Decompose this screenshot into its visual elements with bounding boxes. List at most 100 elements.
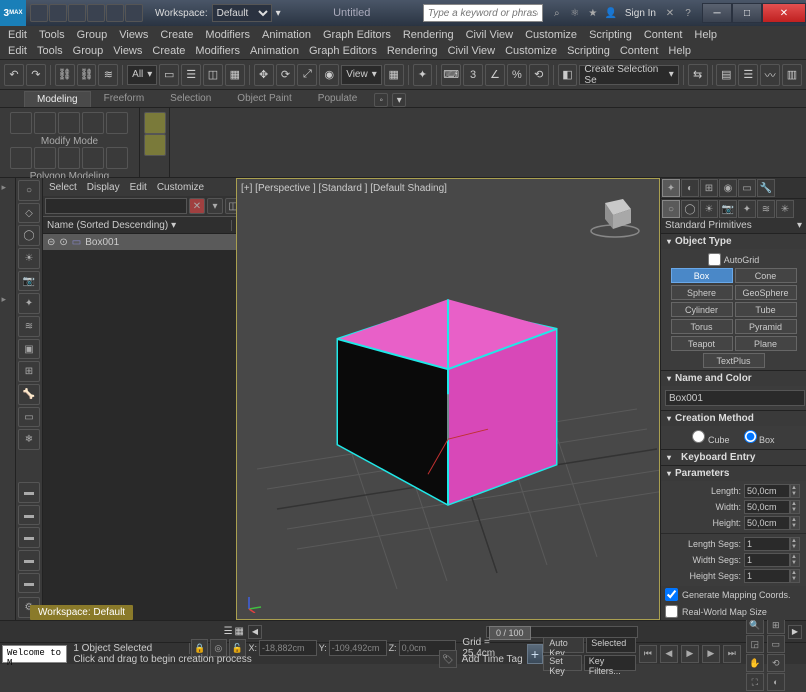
rollout-header[interactable]: Keyboard Entry <box>661 450 806 465</box>
scene-filter-input[interactable] <box>45 198 187 214</box>
ribbon-dropdown-icon[interactable]: ▾ <box>392 93 406 107</box>
se-menu-select[interactable]: Select <box>49 182 77 193</box>
poly-vertex-icon[interactable] <box>10 112 32 134</box>
helpers-cat-icon[interactable]: ✦ <box>738 200 756 218</box>
app-logo[interactable]: 3MAX <box>0 0 26 26</box>
param-input[interactable] <box>744 537 790 551</box>
scale-icon[interactable]: ⤢ <box>297 64 317 86</box>
goto-end-icon[interactable]: ⏭ <box>723 645 741 663</box>
exchange-icon[interactable]: ✕ <box>662 5 678 21</box>
dock-toggle2-icon[interactable]: ▸ <box>2 294 14 306</box>
workspace-indicator[interactable]: Workspace: Default <box>30 605 133 620</box>
select-region-icon[interactable]: ◫ <box>203 64 223 86</box>
spinner-buttons[interactable]: ▲▼ <box>790 569 800 583</box>
autogrid-checkbox[interactable] <box>708 253 721 266</box>
keyfilters-button[interactable]: Key Filters... <box>584 655 636 671</box>
bind-spacewarp-icon[interactable]: ≋ <box>98 64 118 86</box>
select-object-icon[interactable]: ▭ <box>159 64 179 86</box>
modify-btn3-icon[interactable] <box>58 147 80 169</box>
zoom-extents-icon[interactable]: ◲ <box>746 635 764 653</box>
viewport[interactable]: [+] [Perspective ] [Standard ] [Default … <box>236 178 660 620</box>
modify-btn4-icon[interactable] <box>82 147 104 169</box>
menu2-modifiers[interactable]: Modifiers <box>195 45 240 57</box>
menu-animation[interactable]: Animation <box>262 29 311 41</box>
poly-polygon-icon[interactable] <box>82 112 104 134</box>
minimize-button[interactable]: ─ <box>702 3 732 23</box>
use-pivot-icon[interactable]: ▦ <box>384 64 404 86</box>
se-shapes-icon[interactable]: ◯ <box>18 225 40 246</box>
visibility-icon[interactable]: ⊙ <box>59 237 67 248</box>
param-input[interactable] <box>744 569 790 583</box>
se-spacewarps-icon[interactable]: ≋ <box>18 316 40 337</box>
next-frame-icon[interactable]: ▶ <box>702 645 720 663</box>
modify-btn1-icon[interactable] <box>10 147 32 169</box>
type-plane-button[interactable]: Plane <box>735 336 797 351</box>
set-key-button[interactable]: + <box>527 644 544 664</box>
schematic-icon[interactable]: ▥ <box>782 64 802 86</box>
ribbon-tab-object-paint[interactable]: Object Paint <box>224 90 304 107</box>
goto-start-icon[interactable]: ⏮ <box>639 645 657 663</box>
autokey-button[interactable]: Auto Key <box>543 637 584 653</box>
geometry-cat-icon[interactable]: ○ <box>662 200 680 218</box>
se-menu-edit[interactable]: Edit <box>130 182 147 193</box>
spinner-buttons[interactable]: ▲▼ <box>790 484 800 498</box>
type-sphere-button[interactable]: Sphere <box>671 285 733 300</box>
ref-coord-dropdown[interactable]: View▾ <box>341 65 382 85</box>
menu-modifiers[interactable]: Modifiers <box>205 29 250 41</box>
timetag-icon[interactable]: 🏷 <box>439 650 457 668</box>
redo-icon[interactable]: ↷ <box>26 64 46 86</box>
add-time-tag[interactable]: Add Time Tag <box>458 654 527 665</box>
spinner-buttons[interactable]: ▲▼ <box>790 500 800 514</box>
modify-btn2-icon[interactable] <box>34 147 56 169</box>
display-tab-icon[interactable]: ▭ <box>738 179 756 197</box>
menu-graph-editors[interactable]: Graph Editors <box>323 29 391 41</box>
menu2-create[interactable]: Create <box>152 45 185 57</box>
se-groups-icon[interactable]: ▣ <box>18 339 40 360</box>
menu-civil-view[interactable]: Civil View <box>466 29 513 41</box>
menu2-graph-editors[interactable]: Graph Editors <box>309 45 377 57</box>
menu2-edit[interactable]: Edit <box>8 45 27 57</box>
maximize-button[interactable]: □ <box>732 3 762 23</box>
rollout-header[interactable]: Parameters <box>661 466 806 481</box>
fov-icon[interactable]: ◐ <box>767 673 785 691</box>
se-view-icon[interactable]: ▬ <box>18 505 40 526</box>
layers-icon[interactable]: ☰ <box>738 64 758 86</box>
dock-toggle-icon[interactable]: ▸ <box>2 182 14 194</box>
se-hide-icon[interactable]: ▬ <box>18 527 40 548</box>
type-geosphere-button[interactable]: GeoSphere <box>735 285 797 300</box>
type-cylinder-button[interactable]: Cylinder <box>671 302 733 317</box>
ribbon-tab-freeform[interactable]: Freeform <box>91 90 158 107</box>
ribbon-expand2-icon[interactable] <box>144 134 166 156</box>
window-crossing-icon[interactable]: ▦ <box>225 64 245 86</box>
layer-stack-icon[interactable]: ☰ <box>224 626 233 637</box>
angle-snap-icon[interactable]: ∠ <box>485 64 505 86</box>
snap-toggle-icon[interactable]: 3 <box>463 64 483 86</box>
type-box-button[interactable]: Box <box>671 268 733 283</box>
menu-group[interactable]: Group <box>77 29 108 41</box>
frame-indicator[interactable]: 0 / 100 <box>489 626 531 640</box>
cameras-cat-icon[interactable]: 📷 <box>719 200 737 218</box>
menu-tools[interactable]: Tools <box>39 29 65 41</box>
percent-snap-icon[interactable]: % <box>507 64 527 86</box>
pan-icon[interactable]: ✋ <box>746 654 764 672</box>
ribbon-tab-selection[interactable]: Selection <box>157 90 224 107</box>
menu2-content[interactable]: Content <box>620 45 659 57</box>
se-cameras-icon[interactable]: 📷 <box>18 271 40 292</box>
ribbon-minimize-icon[interactable]: ◦ <box>374 93 388 107</box>
setkey-button[interactable]: Set Key <box>543 655 582 671</box>
se-freeze-icon[interactable]: ▬ <box>18 550 40 571</box>
menu-rendering[interactable]: Rendering <box>403 29 454 41</box>
hierarchy-tab-icon[interactable]: ⊞ <box>700 179 718 197</box>
menu2-customize[interactable]: Customize <box>505 45 557 57</box>
select-by-name-icon[interactable]: ☰ <box>181 64 201 86</box>
type-cone-button[interactable]: Cone <box>735 268 797 283</box>
spinner-buttons[interactable]: ▲▼ <box>790 516 800 530</box>
menu-customize[interactable]: Customize <box>525 29 577 41</box>
menu2-help[interactable]: Help <box>668 45 691 57</box>
object-box001[interactable] <box>298 274 598 534</box>
spinner-buttons[interactable]: ▲▼ <box>790 553 800 567</box>
se-menu-display[interactable]: Display <box>87 182 120 193</box>
modify-tab-icon[interactable]: ◐ <box>681 179 699 197</box>
place-icon[interactable]: ◉ <box>319 64 339 86</box>
keymode-dropdown[interactable]: Selected <box>586 637 636 653</box>
